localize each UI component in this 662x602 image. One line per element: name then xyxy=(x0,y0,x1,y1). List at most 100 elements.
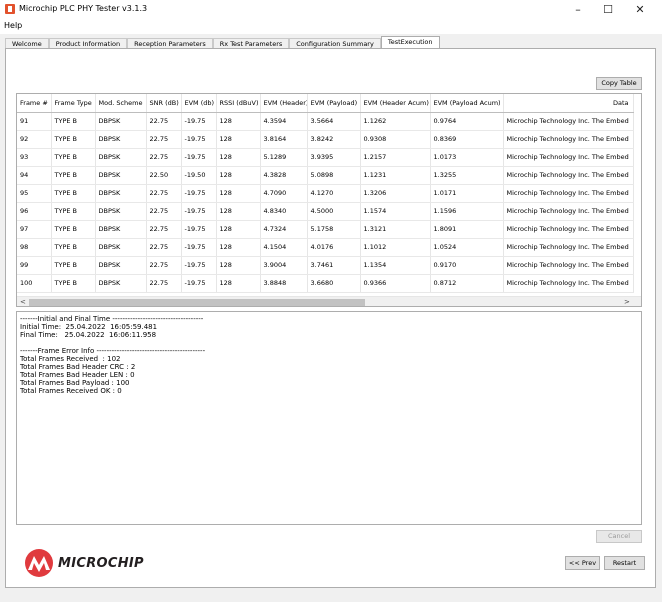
table-cell: 5.1289 xyxy=(260,148,308,167)
table-cell: -19.75 xyxy=(181,112,217,131)
table-cell: 1.1012 xyxy=(360,238,431,257)
table-cell: DBPSK xyxy=(95,166,147,185)
table-cell: 22.50 xyxy=(146,166,182,185)
results-grid[interactable]: Frame # Frame Type Mod. Scheme SNR (dB) EVM … xyxy=(16,93,642,307)
log-output[interactable]: -------Initial and Final Time ----------… xyxy=(16,311,642,525)
table-row[interactable]: 99 TYPE B DBPSK 22.75 -19.75 128 3.9004 3.7461 1… xyxy=(17,256,634,275)
table-cell: TYPE B xyxy=(51,238,96,257)
scroll-right-icon[interactable]: > xyxy=(624,297,630,306)
table-cell: 1.0173 xyxy=(430,148,504,167)
column-header[interactable]: Frame # xyxy=(17,94,52,113)
table-cell: Microchip Technology Inc. The Embed xyxy=(503,202,634,221)
prev-button[interactable]: << Prev xyxy=(565,556,600,570)
table-row[interactable]: 92 TYPE B DBPSK 22.75 -19.75 128 3.8164 3.8242 0… xyxy=(17,130,634,149)
title-bar: Microchip PLC PHY Tester v3.1.3 – ☐ ✕ xyxy=(0,0,662,20)
table-cell: TYPE B xyxy=(51,256,96,275)
column-header[interactable]: Mod. Scheme xyxy=(95,94,147,113)
table-cell: 3.9004 xyxy=(260,256,308,275)
table-cell: 4.5000 xyxy=(307,202,361,221)
column-header[interactable]: EVM (Header Acum) xyxy=(360,94,431,113)
table-cell: 97 xyxy=(17,220,52,239)
table-cell: 22.75 xyxy=(146,274,182,293)
table-row[interactable]: 98 TYPE B DBPSK 22.75 -19.75 128 4.1504 4.0176 1… xyxy=(17,238,634,257)
table-cell: 1.0524 xyxy=(430,238,504,257)
log-line: -------Initial and Final Time ----------… xyxy=(20,315,204,323)
log-line: Final Time: 25.04.2022 16:06:11.958 xyxy=(20,331,157,339)
table-cell: 3.8242 xyxy=(307,130,361,149)
table-cell: 1.1231 xyxy=(360,166,431,185)
table-cell: 128 xyxy=(216,112,261,131)
table-cell: 0.9764 xyxy=(430,112,504,131)
table-cell: DBPSK xyxy=(95,184,147,203)
cancel-button[interactable]: Cancel xyxy=(596,530,642,543)
table-cell: TYPE B xyxy=(51,148,96,167)
table-cell: TYPE B xyxy=(51,220,96,239)
column-header[interactable]: Data xyxy=(503,94,634,113)
table-header-row: Frame # Frame Type Mod. Scheme SNR (dB) EVM … xyxy=(17,94,634,113)
table-cell: 0.8369 xyxy=(430,130,504,149)
table-cell: 22.75 xyxy=(146,148,182,167)
table-cell: TYPE B xyxy=(51,130,96,149)
table-row[interactable]: 95 TYPE B DBPSK 22.75 -19.75 128 4.7090 4.1270 1… xyxy=(17,184,634,203)
table-cell: 100 xyxy=(17,274,52,293)
table-cell: 98 xyxy=(17,238,52,257)
table-cell: 91 xyxy=(17,112,52,131)
table-row[interactable]: 100 TYPE B DBPSK 22.75 -19.75 128 3.8848 3.6680… xyxy=(17,274,634,293)
table-cell: TYPE B xyxy=(51,112,96,131)
table-cell: DBPSK xyxy=(95,274,147,293)
column-header[interactable]: EVM (db) xyxy=(181,94,217,113)
log-line: Total Frames Bad Header CRC : 2 xyxy=(20,363,136,371)
table-cell: 128 xyxy=(216,148,261,167)
table-cell: 4.1504 xyxy=(260,238,308,257)
table-cell: 128 xyxy=(216,256,261,275)
copy-table-button[interactable]: Copy Table xyxy=(596,77,642,90)
table-cell: 1.1354 xyxy=(360,256,431,275)
maximize-button[interactable]: ☐ xyxy=(593,0,623,20)
scroll-left-icon[interactable]: < xyxy=(20,297,26,306)
horizontal-scroll-thumb[interactable] xyxy=(29,299,365,306)
column-header[interactable]: EVM (Payload) xyxy=(307,94,361,113)
table-cell: 128 xyxy=(216,166,261,185)
table-cell: 4.8340 xyxy=(260,202,308,221)
table-cell: Microchip Technology Inc. The Embed xyxy=(503,220,634,239)
table-cell: 128 xyxy=(216,130,261,149)
table-row[interactable]: 93 TYPE B DBPSK 22.75 -19.75 128 5.1289 3.9395 1… xyxy=(17,148,634,167)
table-cell: 1.1596 xyxy=(430,202,504,221)
table-cell: 128 xyxy=(216,238,261,257)
table-cell: 1.3255 xyxy=(430,166,504,185)
table-cell: 3.5664 xyxy=(307,112,361,131)
restart-button[interactable]: Restart xyxy=(604,556,645,570)
column-header[interactable]: RSSI (dBuV) xyxy=(216,94,261,113)
table-cell: Microchip Technology Inc. The Embed xyxy=(503,130,634,149)
table-cell: 22.75 xyxy=(146,130,182,149)
table-cell: 22.75 xyxy=(146,220,182,239)
table-row[interactable]: 97 TYPE B DBPSK 22.75 -19.75 128 4.7324 5.1758 1… xyxy=(17,220,634,239)
table-cell: 128 xyxy=(216,274,261,293)
column-header[interactable]: EVM (Payload Acum) xyxy=(430,94,504,113)
table-cell: 22.75 xyxy=(146,184,182,203)
table-cell: 3.9395 xyxy=(307,148,361,167)
microchip-logo-icon xyxy=(25,549,53,577)
table-cell: 1.2157 xyxy=(360,148,431,167)
table-cell: 95 xyxy=(17,184,52,203)
table-cell: 22.75 xyxy=(146,112,182,131)
table-cell: TYPE B xyxy=(51,274,96,293)
column-header[interactable]: SNR (dB) xyxy=(146,94,182,113)
horizontal-scrollbar[interactable]: < > xyxy=(17,296,641,306)
table-row[interactable]: 91 TYPE B DBPSK 22.75 -19.75 128 4.3594 3.5664 1… xyxy=(17,112,634,131)
table-cell: 3.8848 xyxy=(260,274,308,293)
app-icon xyxy=(5,4,15,14)
table-cell: 92 xyxy=(17,130,52,149)
table-cell: DBPSK xyxy=(95,256,147,275)
table-cell: 96 xyxy=(17,202,52,221)
close-button[interactable]: ✕ xyxy=(625,0,655,20)
minimize-button[interactable]: – xyxy=(563,0,593,20)
table-row[interactable]: 94 TYPE B DBPSK 22.50 -19.50 128 4.3828 5.0898 1… xyxy=(17,166,634,185)
table-cell: 128 xyxy=(216,202,261,221)
table-cell: TYPE B xyxy=(51,184,96,203)
menu-help[interactable]: Help xyxy=(4,21,22,30)
column-header[interactable]: Frame Type xyxy=(51,94,96,113)
table-cell: Microchip Technology Inc. The Embed xyxy=(503,238,634,257)
table-row[interactable]: 96 TYPE B DBPSK 22.75 -19.75 128 4.8340 4.5000 1… xyxy=(17,202,634,221)
column-header[interactable]: EVM (Header) xyxy=(260,94,308,113)
